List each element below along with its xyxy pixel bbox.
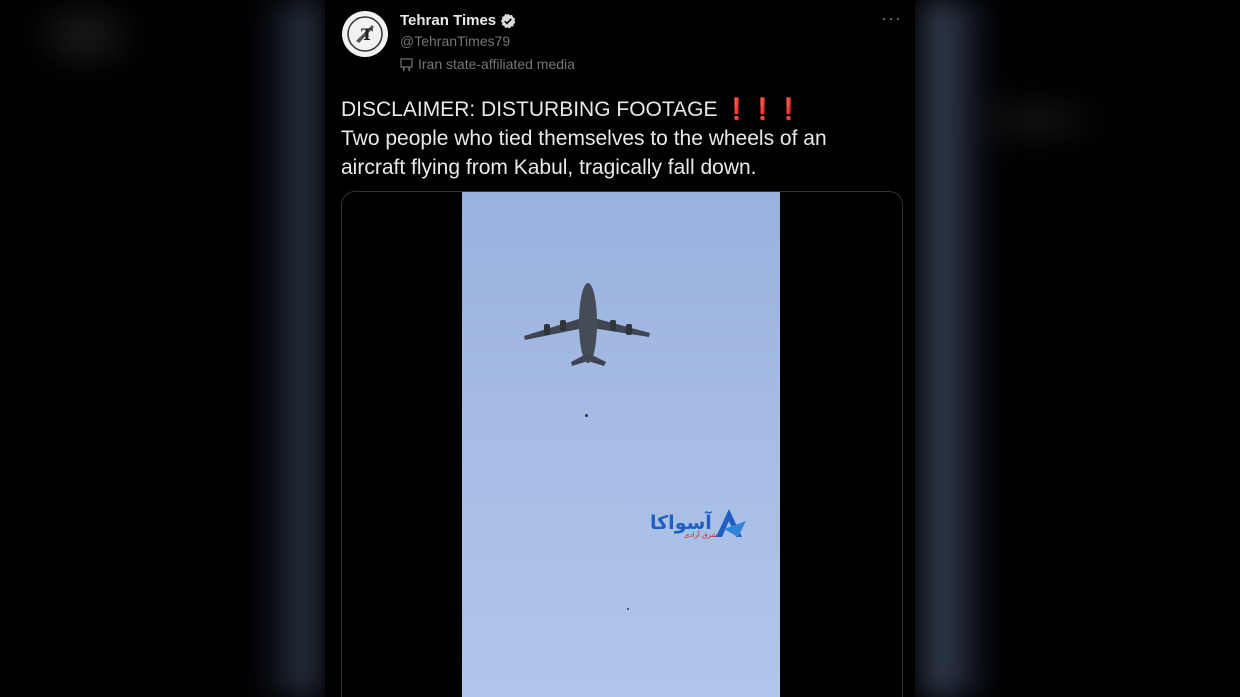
affiliation-text: Iran state-affiliated media (418, 56, 575, 72)
account-name[interactable]: Tehran Times (400, 12, 496, 29)
account-handle[interactable]: @TehranTimes79 (400, 33, 510, 49)
tweet-card: T Tehran Times @TehranTimes79 Iran state… (325, 0, 915, 697)
falling-object-2 (627, 608, 629, 610)
blurred-background-right (915, 0, 1240, 697)
verified-badge-icon (500, 13, 516, 28)
screen: T Tehran Times @TehranTimes79 Iran state… (0, 0, 1240, 697)
blurred-background-left (0, 0, 325, 697)
falling-object-1 (585, 414, 588, 417)
tweet-text-line3: aircraft flying from Kabul, tragically f… (341, 156, 757, 179)
account-name-row: Tehran Times (400, 12, 516, 29)
watermark: آسواکا شرق آزادی (650, 507, 748, 539)
tweet-text: DISCLAIMER: DISTURBING FOOTAGE ❗❗❗ Two pe… (341, 95, 901, 182)
tweet-text-line1: DISCLAIMER: DISTURBING FOOTAGE ❗❗❗ (341, 95, 901, 124)
more-options-icon[interactable]: ··· (881, 8, 902, 29)
video-frame[interactable]: آسواکا شرق آزادی (462, 192, 780, 697)
video-player[interactable]: آسواکا شرق آزادی (341, 191, 903, 697)
state-affiliation-label[interactable]: Iran state-affiliated media (400, 56, 575, 72)
watermark-subtext: شرق آزادی (684, 531, 718, 539)
aircraft-image (524, 283, 650, 366)
asvaka-logo-icon (715, 509, 746, 537)
exclamation-emoji: ❗❗❗ (723, 98, 802, 121)
tweet-text-line2: Two people who tied themselves to the wh… (341, 127, 827, 150)
avatar[interactable]: T (342, 11, 388, 57)
tehran-times-logo-icon: T (343, 12, 387, 56)
flag-icon (400, 57, 413, 71)
svg-text:T: T (361, 25, 373, 44)
disclaimer-text: DISCLAIMER: DISTURBING FOOTAGE (341, 98, 718, 121)
